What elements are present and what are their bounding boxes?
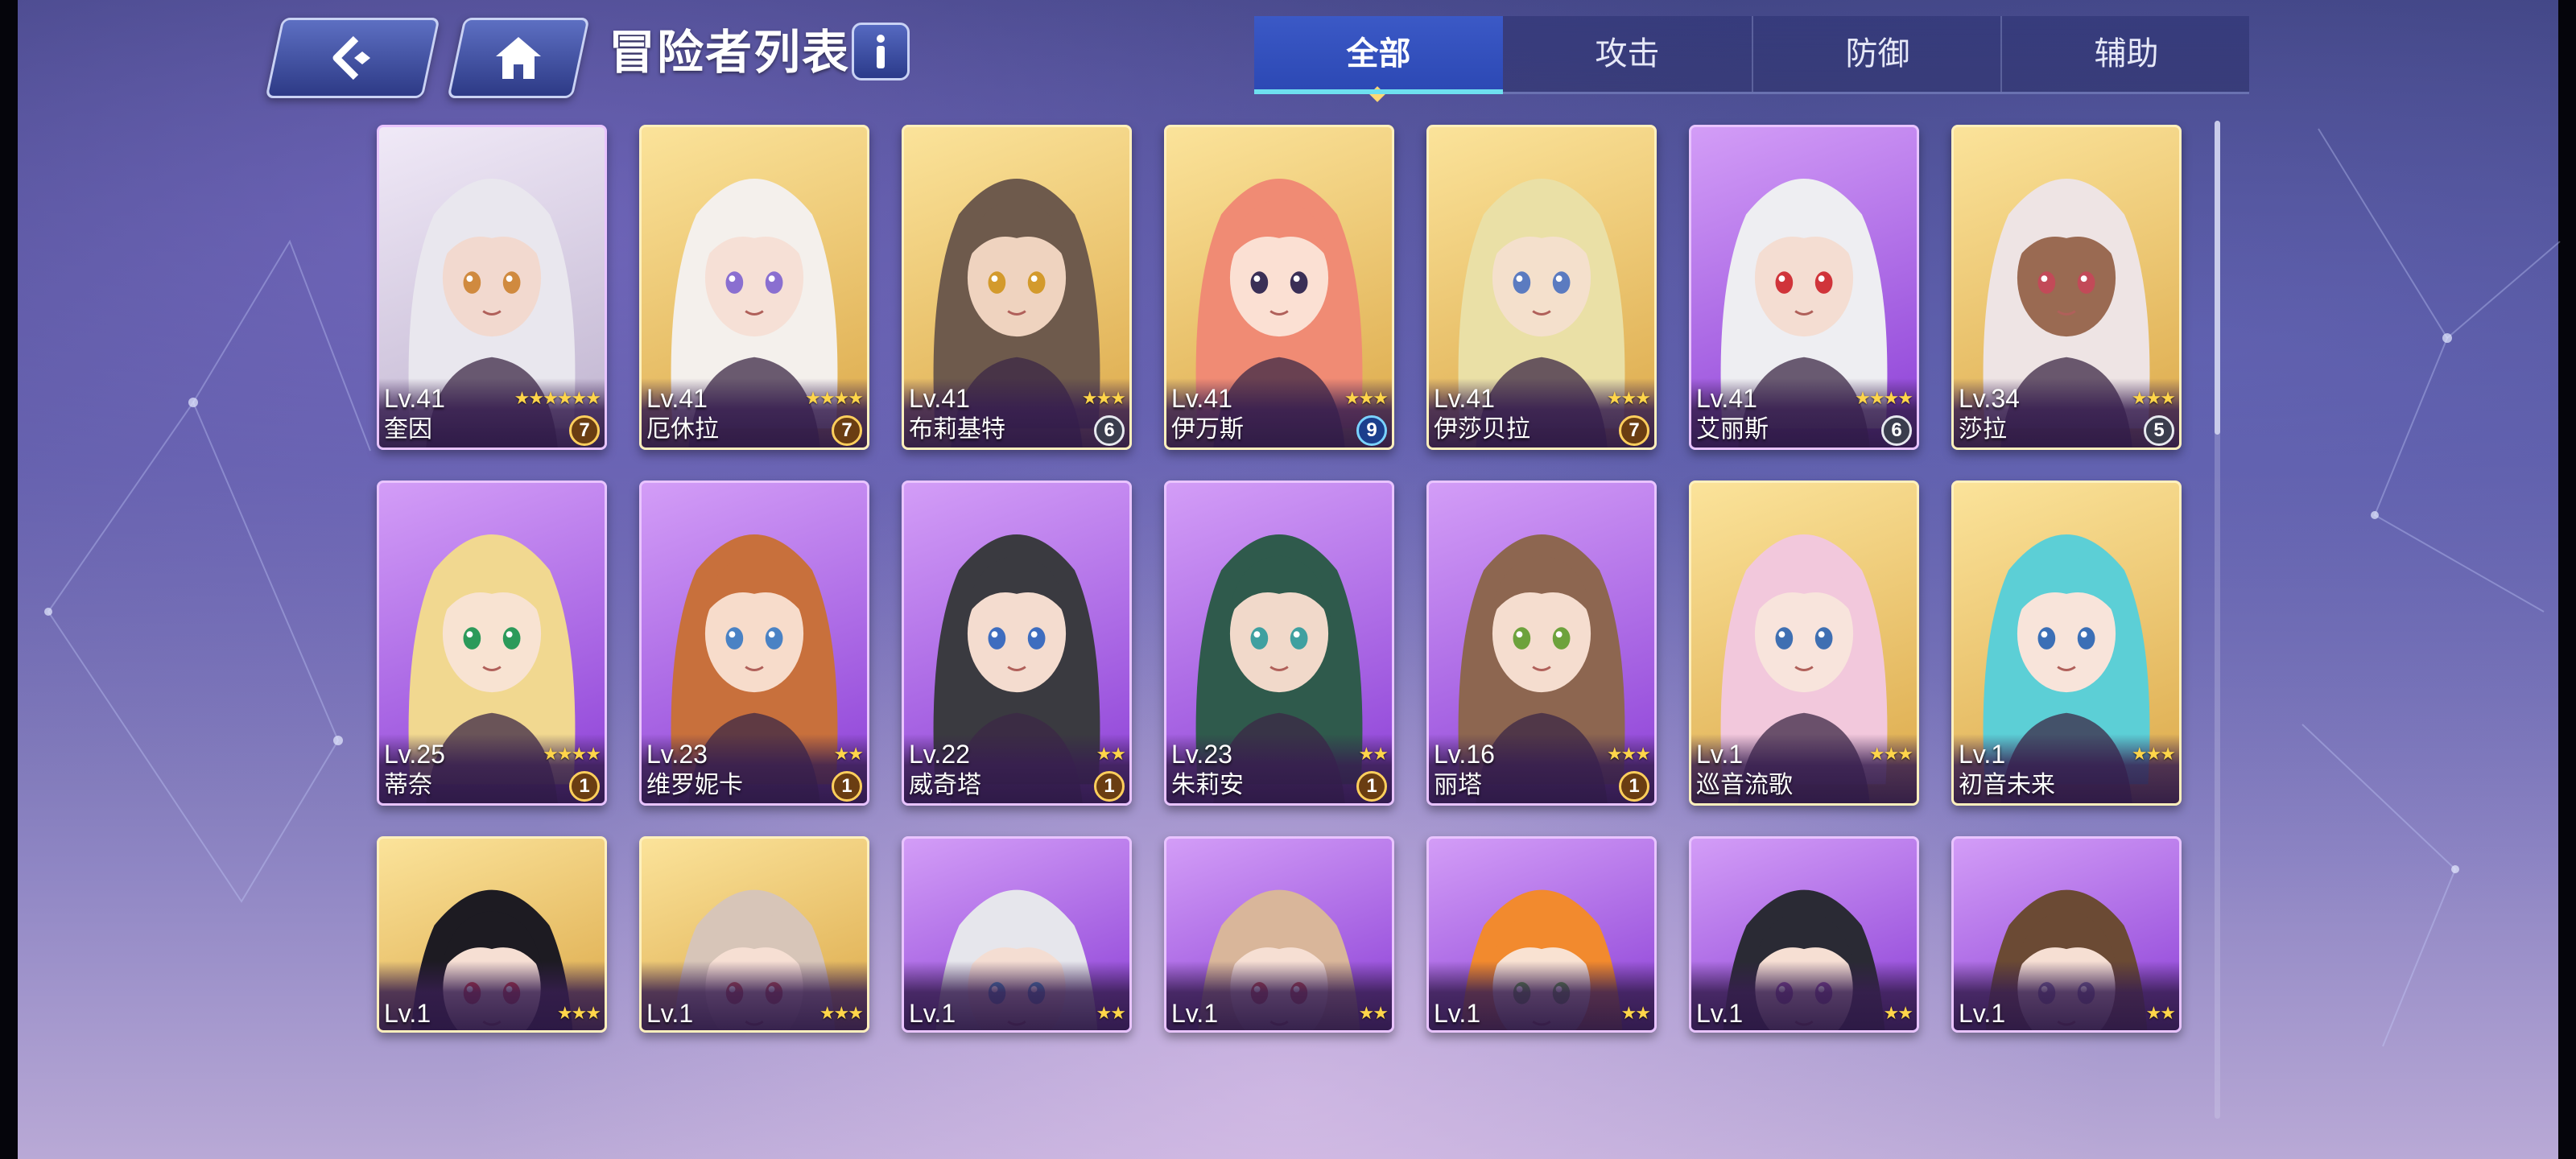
star-rating-icon: ★★ bbox=[2145, 1003, 2176, 1023]
adventurer-name: 丽塔 bbox=[1434, 772, 1482, 798]
star-rating-icon: ★★ bbox=[1096, 744, 1126, 764]
adventurer-name: 莎拉 bbox=[1959, 416, 2007, 443]
adventurer-level: Lv.1 bbox=[1696, 999, 1744, 1028]
adventurer-card[interactable]: Lv.1 ★★ bbox=[1164, 836, 1394, 1033]
star-rating-icon: ★★ bbox=[1620, 1003, 1651, 1023]
home-icon bbox=[496, 37, 541, 79]
adventurer-name: 厄休拉 bbox=[646, 416, 719, 443]
adventurer-level: Lv.1 bbox=[384, 999, 431, 1028]
rank-badge: 1 bbox=[1094, 771, 1125, 802]
adventurer-level: Lv.1 bbox=[1959, 999, 2006, 1028]
adventurer-card[interactable]: Lv.41 ★★★★ 厄休拉 7 bbox=[639, 125, 869, 450]
rank-badge: 1 bbox=[569, 771, 600, 802]
star-rating-icon: ★★ bbox=[1358, 1003, 1389, 1023]
adventurer-name: 维罗妮卡 bbox=[646, 772, 743, 798]
info-button[interactable] bbox=[852, 23, 910, 80]
page-title: 冒险者列表 bbox=[609, 27, 851, 79]
adventurer-card[interactable]: Lv.25 ★★★★ 蒂奈 1 bbox=[377, 481, 607, 806]
adventurer-card[interactable]: Lv.23 ★★ 维罗妮卡 1 bbox=[639, 481, 869, 806]
adventurer-card[interactable]: Lv.1 ★★ bbox=[1426, 836, 1657, 1033]
tab-attack-label: 攻击 bbox=[1595, 36, 1660, 72]
star-rating-icon: ★★★ bbox=[819, 1003, 864, 1023]
star-rating-icon: ★★ bbox=[1883, 1003, 1913, 1023]
adventurer-card[interactable]: Lv.22 ★★ 威奇塔 1 bbox=[902, 481, 1132, 806]
adventurer-card[interactable]: Lv.34 ★★★ 莎拉 5 bbox=[1951, 125, 2182, 450]
star-rating-icon: ★★ bbox=[1358, 744, 1389, 764]
adventurer-level: Lv.1 bbox=[1434, 999, 1481, 1028]
tab-defense[interactable]: 防御 bbox=[1752, 16, 2002, 92]
adventurer-name: 艾丽斯 bbox=[1696, 416, 1769, 443]
info-icon bbox=[877, 35, 885, 68]
category-tabs: 全部 攻击 防御 辅助 bbox=[1254, 16, 2251, 102]
star-rating-icon: ★★★ bbox=[556, 1003, 601, 1023]
back-button[interactable] bbox=[265, 18, 440, 98]
star-rating-icon: ★★★★ bbox=[543, 744, 601, 764]
adventurer-name: 蒂奈 bbox=[384, 772, 432, 798]
star-rating-icon: ★★★ bbox=[1081, 388, 1126, 408]
star-rating-icon: ★★★★ bbox=[805, 388, 864, 408]
star-rating-icon: ★★★ bbox=[2131, 744, 2176, 764]
star-rating-icon: ★★★★★★ bbox=[514, 388, 601, 408]
star-rating-icon: ★★★ bbox=[2131, 388, 2176, 408]
rank-badge: 1 bbox=[1356, 771, 1387, 802]
tab-all-label: 全部 bbox=[1346, 36, 1411, 72]
scrollbar-thumb[interactable] bbox=[2215, 121, 2220, 435]
adventurer-level: Lv.1 bbox=[1171, 999, 1219, 1028]
adventurer-card[interactable]: Lv.41 ★★★★ 艾丽斯 6 bbox=[1689, 125, 1919, 450]
rank-badge: 6 bbox=[1094, 415, 1125, 446]
adventurer-name: 伊万斯 bbox=[1171, 416, 1244, 443]
adventurer-card[interactable]: Lv.41 ★★★ 伊万斯 9 bbox=[1164, 125, 1394, 450]
adventurer-card[interactable]: Lv.1 ★★★ 初音未来 bbox=[1951, 481, 2182, 806]
right-letterbox bbox=[2558, 0, 2576, 1159]
star-rating-icon: ★★★ bbox=[1344, 388, 1389, 408]
star-rating-icon: ★★ bbox=[1096, 1003, 1126, 1023]
star-rating-icon: ★★★ bbox=[1606, 388, 1651, 408]
active-tab-marker bbox=[1369, 86, 1385, 102]
adventurer-name: 伊莎贝拉 bbox=[1434, 416, 1530, 443]
tab-attack[interactable]: 攻击 bbox=[1503, 16, 1752, 92]
rank-badge: 7 bbox=[1619, 415, 1649, 446]
rank-badge: 6 bbox=[1881, 415, 1912, 446]
left-letterbox bbox=[0, 0, 18, 1159]
adventurer-card[interactable]: Lv.1 ★★ bbox=[1951, 836, 2182, 1033]
adventurer-name: 布莉基特 bbox=[909, 416, 1005, 443]
adventurer-name: 巡音流歌 bbox=[1696, 772, 1793, 798]
adventurer-card[interactable]: Lv.1 ★★ bbox=[1689, 836, 1919, 1033]
rank-badge: 1 bbox=[1619, 771, 1649, 802]
adventurer-card[interactable]: Lv.1 ★★ bbox=[902, 836, 1132, 1033]
rank-badge: 9 bbox=[1356, 415, 1387, 446]
home-button[interactable] bbox=[447, 18, 590, 98]
adventurer-card[interactable]: Lv.1 ★★★ 巡音流歌 bbox=[1689, 481, 1919, 806]
adventurer-card[interactable]: Lv.1 ★★★ bbox=[377, 836, 607, 1033]
adventurer-card[interactable]: Lv.1 ★★★ bbox=[639, 836, 869, 1033]
star-rating-icon: ★★★ bbox=[1606, 744, 1651, 764]
star-rating-icon: ★★★★ bbox=[1855, 388, 1913, 408]
adventurer-card[interactable]: Lv.41 ★★★ 布莉基特 6 bbox=[902, 125, 1132, 450]
adventurer-name: 奎因 bbox=[384, 416, 432, 443]
adventurer-name: 威奇塔 bbox=[909, 772, 981, 798]
adventurer-name: 朱莉安 bbox=[1171, 772, 1244, 798]
back-arrow-icon bbox=[332, 35, 370, 80]
rank-badge: 7 bbox=[832, 415, 862, 446]
star-rating-icon: ★★★ bbox=[1868, 744, 1913, 764]
tab-defense-label: 防御 bbox=[1845, 36, 1910, 72]
tab-support[interactable]: 辅助 bbox=[2000, 16, 2251, 92]
adventurer-card[interactable]: Lv.41 ★★★ 伊莎贝拉 7 bbox=[1426, 125, 1657, 450]
adventurer-name: 初音未来 bbox=[1959, 772, 2055, 798]
tab-all[interactable]: 全部 bbox=[1254, 16, 1503, 102]
adventurer-card[interactable]: Lv.16 ★★★ 丽塔 1 bbox=[1426, 481, 1657, 806]
rank-badge: 1 bbox=[832, 771, 862, 802]
star-rating-icon: ★★ bbox=[833, 744, 864, 764]
adventurer-card[interactable]: Lv.41 ★★★★★★ 奎因 7 bbox=[377, 125, 607, 450]
rank-badge: 5 bbox=[2144, 415, 2174, 446]
adventurer-level: Lv.1 bbox=[646, 999, 694, 1028]
tab-support-label: 辅助 bbox=[2094, 36, 2159, 72]
rank-badge: 7 bbox=[569, 415, 600, 446]
adventurer-card[interactable]: Lv.23 ★★ 朱莉安 1 bbox=[1164, 481, 1394, 806]
adventurer-level: Lv.1 bbox=[909, 999, 956, 1028]
